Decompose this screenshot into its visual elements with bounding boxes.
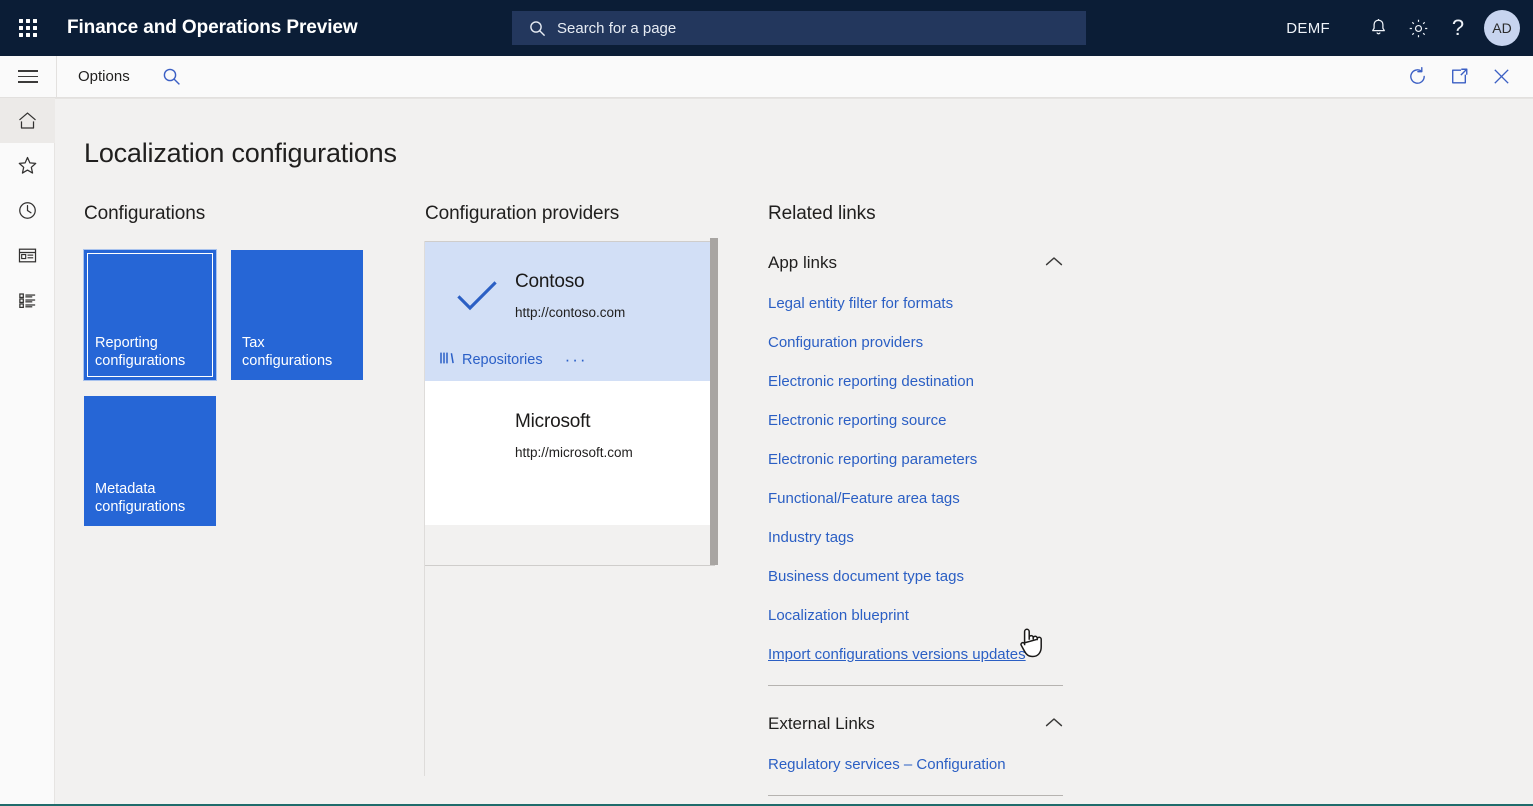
related-links-heading: Related links [768, 203, 876, 224]
related-link-legal-entity-filter-for-formats[interactable]: Legal entity filter for formats [768, 295, 953, 312]
related-group-title: External Links [768, 714, 875, 733]
gear-icon[interactable] [1398, 8, 1438, 48]
tile-metadata-configurations[interactable]: Metadata configurations [84, 396, 216, 526]
page-title: Localization configurations [84, 138, 397, 168]
configuration-providers-list: Contoso http://contoso.com Repositories … [425, 241, 715, 566]
provider-card-contoso[interactable]: Contoso http://contoso.com Repositories … [425, 242, 715, 382]
toolbar-right-cluster [1396, 56, 1533, 97]
related-links-section: Related links App links Legal entity fil… [768, 203, 1088, 796]
configurations-heading: Configurations [84, 203, 206, 224]
chevron-up-icon [1045, 254, 1063, 272]
related-link-electronic-reporting-destination[interactable]: Electronic reporting destination [768, 373, 974, 390]
provider-actions: Repositories ··· [439, 351, 588, 369]
related-link-business-document-type-tags[interactable]: Business document type tags [768, 568, 964, 585]
application-window: Finance and Operations Preview Search fo… [0, 0, 1533, 806]
related-link-localization-blueprint[interactable]: Localization blueprint [768, 607, 909, 624]
open-in-new-window-icon[interactable] [1438, 56, 1480, 97]
related-group-app-links-header[interactable]: App links [768, 253, 1063, 273]
provider-name: Contoso [515, 271, 585, 292]
app-title: Finance and Operations Preview [67, 17, 358, 38]
provider-url: http://contoso.com [515, 305, 626, 320]
bell-icon[interactable] [1358, 8, 1398, 48]
configuration-providers-section: Configuration providers [425, 203, 725, 225]
related-link-electronic-reporting-parameters[interactable]: Electronic reporting parameters [768, 451, 977, 468]
hamburger-icon[interactable] [0, 56, 56, 97]
related-link-industry-tags[interactable]: Industry tags [768, 529, 854, 546]
provider-url: http://microsoft.com [515, 445, 633, 460]
top-bar-right-cluster: DEMF ? AD [1286, 0, 1533, 56]
provider-overflow-menu[interactable]: ··· [565, 351, 588, 368]
configuration-providers-heading: Configuration providers [425, 203, 620, 224]
related-links-divider [768, 685, 1063, 686]
chevron-up-icon [1045, 715, 1063, 733]
provider-card-microsoft[interactable]: Microsoft http://microsoft.com [425, 382, 715, 525]
refresh-icon[interactable] [1396, 56, 1438, 97]
global-search-box[interactable]: Search for a page [512, 11, 1086, 45]
page-search-icon[interactable] [162, 67, 181, 86]
options-button[interactable]: Options [72, 64, 136, 89]
sidebar-item-modules[interactable] [0, 278, 55, 323]
tile-label: Tax configurations [242, 335, 333, 369]
avatar[interactable]: AD [1484, 10, 1520, 46]
providers-scrollbar-thumb[interactable] [710, 238, 718, 565]
related-links-divider-bottom [768, 795, 1063, 796]
action-pane-toolbar: Options [0, 56, 1533, 98]
tile-label: Reporting configurations [95, 335, 186, 369]
hamburger-lines [18, 70, 38, 83]
tile-tax-configurations[interactable]: Tax configurations [231, 250, 363, 380]
toolbar-divider [56, 56, 57, 97]
checkmark-icon [457, 280, 497, 319]
repositories-label: Repositories [462, 352, 543, 368]
related-group-title: App links [768, 253, 837, 272]
close-icon[interactable] [1480, 56, 1522, 97]
related-link-import-configurations-versions-updates[interactable]: Import configurations versions updates [768, 646, 1026, 663]
sidebar-item-recent[interactable] [0, 188, 55, 233]
related-link-functional-feature-area-tags[interactable]: Functional/Feature area tags [768, 490, 960, 507]
tile-reporting-configurations[interactable]: Reporting configurations [83, 249, 217, 381]
question-mark-icon[interactable]: ? [1438, 8, 1478, 48]
sidebar-item-workspaces[interactable] [0, 233, 55, 278]
configurations-section: Configurations Reporting configurations … [83, 203, 424, 526]
books-icon [439, 351, 455, 369]
sidebar-item-favorites[interactable] [0, 143, 55, 188]
provider-name: Microsoft [515, 411, 591, 432]
repositories-button[interactable]: Repositories [439, 351, 543, 369]
global-search-placeholder: Search for a page [557, 19, 677, 37]
app-launcher-grid [19, 19, 37, 37]
search-icon [529, 20, 546, 37]
left-navigation-rail [0, 98, 55, 806]
tile-label: Metadata configurations [95, 481, 186, 515]
related-group-external-links-header[interactable]: External Links [768, 714, 1063, 734]
help-glyph: ? [1451, 15, 1465, 40]
related-link-electronic-reporting-source[interactable]: Electronic reporting source [768, 412, 946, 429]
top-navigation-bar: Finance and Operations Preview Search fo… [0, 0, 1533, 56]
related-link-configuration-providers[interactable]: Configuration providers [768, 334, 923, 351]
main-content-area: Localization configurations Configuratio… [55, 98, 1533, 804]
company-selector[interactable]: DEMF [1286, 20, 1330, 37]
sidebar-item-home[interactable] [0, 98, 55, 143]
related-link-regulatory-services-configuration[interactable]: Regulatory services – Configuration [768, 756, 1006, 773]
app-launcher-icon[interactable] [0, 0, 56, 56]
